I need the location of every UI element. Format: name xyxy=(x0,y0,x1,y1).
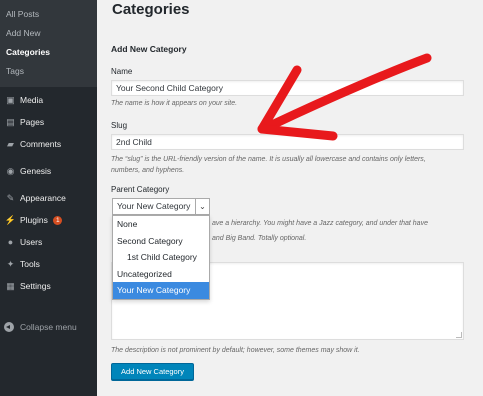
parent-description-line-1: ave a hierarchy. You might have a Jazz c… xyxy=(212,220,428,227)
parent-description-line-2: and Big Band. Totally optional. xyxy=(212,235,307,242)
menu-item-label: Plugins xyxy=(20,215,48,225)
posts-submenu: All Posts Add New Categories Tags xyxy=(0,0,97,87)
submenu-tags[interactable]: Tags xyxy=(0,62,97,81)
menu-item-label: Tools xyxy=(20,259,40,269)
parent-description: ave a hierarchy. You might have a Jazz c… xyxy=(212,216,462,246)
section-title: Add New Category xyxy=(111,44,187,54)
menu-item-label: Genesis xyxy=(20,166,52,176)
submenu-all-posts[interactable]: All Posts xyxy=(0,5,97,24)
submenu-categories[interactable]: Categories xyxy=(0,43,97,62)
menu-item-label: Users xyxy=(20,237,43,247)
slug-description-line-1: The “slug” is the URL-friendly version o… xyxy=(111,156,426,163)
menu-item-label: Pages xyxy=(20,117,45,127)
menu-item-media[interactable]: ▣ Media xyxy=(0,89,97,111)
slug-description-line-2: numbers, and hyphens. xyxy=(111,167,185,174)
genesis-icon: ◉ xyxy=(6,166,15,176)
users-icon: ● xyxy=(7,237,14,247)
menu-item-settings[interactable]: ▦ Settings xyxy=(0,275,97,297)
name-label: Name xyxy=(111,67,133,76)
menu-item-label: Media xyxy=(20,95,44,105)
option-uncategorized[interactable]: Uncategorized xyxy=(113,266,209,283)
admin-menu: ▣ Media ▤ Pages ▰ Comments ◉ Genesis ✎ A… xyxy=(0,87,97,297)
media-icon: ▣ xyxy=(6,95,15,105)
menu-item-tools[interactable]: ✦ Tools xyxy=(0,253,97,275)
settings-icon: ▦ xyxy=(6,281,15,291)
tools-icon: ✦ xyxy=(6,259,15,269)
main-content: Categories Add New Category Name The nam… xyxy=(97,0,483,396)
slug-input[interactable] xyxy=(111,134,464,150)
name-input[interactable] xyxy=(111,80,464,96)
add-new-category-button[interactable]: Add New Category xyxy=(111,363,194,380)
menu-item-plugins[interactable]: ⚡ Plugins 1 xyxy=(0,209,97,231)
name-description: The name is how it appears on your site. xyxy=(111,100,238,107)
update-count-badge: 1 xyxy=(53,216,63,225)
plugins-icon: ⚡ xyxy=(4,215,17,225)
admin-sidebar: All Posts Add New Categories Tags ▣ Medi… xyxy=(0,0,97,396)
page-title: Categories xyxy=(112,1,190,18)
slug-label: Slug xyxy=(111,121,128,130)
option-your-new-category[interactable]: Your New Category xyxy=(113,282,209,299)
menu-item-label: Comments xyxy=(20,139,62,149)
chevron-down-icon[interactable]: ⌄ xyxy=(195,199,209,214)
parent-category-label: Parent Category xyxy=(111,185,170,194)
option-second-category[interactable]: Second Category xyxy=(113,233,209,250)
description-help: The description is not prominent by defa… xyxy=(111,347,360,354)
collapse-arrow-icon xyxy=(4,322,14,332)
comments-icon: ▰ xyxy=(7,139,14,149)
option-1st-child-category[interactable]: 1st Child Category xyxy=(113,249,209,266)
option-none[interactable]: None xyxy=(113,216,209,233)
menu-item-comments[interactable]: ▰ Comments xyxy=(0,133,97,155)
pages-icon: ▤ xyxy=(6,117,15,127)
collapse-menu-label: Collapse menu xyxy=(20,322,77,332)
menu-item-users[interactable]: ● Users xyxy=(0,231,97,253)
menu-item-genesis[interactable]: ◉ Genesis xyxy=(0,160,97,182)
submenu-add-new[interactable]: Add New xyxy=(0,24,97,43)
parent-category-value: Your New Category xyxy=(117,201,191,211)
collapse-menu-button[interactable]: Collapse menu xyxy=(0,317,97,337)
menu-item-label: Settings xyxy=(20,281,51,291)
menu-item-pages[interactable]: ▤ Pages xyxy=(0,111,97,133)
menu-item-label: Appearance xyxy=(20,193,66,203)
parent-category-dropdown: None Second Category 1st Child Category … xyxy=(112,215,210,300)
parent-category-select[interactable]: Your New Category ⌄ xyxy=(112,198,210,215)
menu-item-appearance[interactable]: ✎ Appearance xyxy=(0,187,97,209)
appearance-icon: ✎ xyxy=(6,193,15,203)
